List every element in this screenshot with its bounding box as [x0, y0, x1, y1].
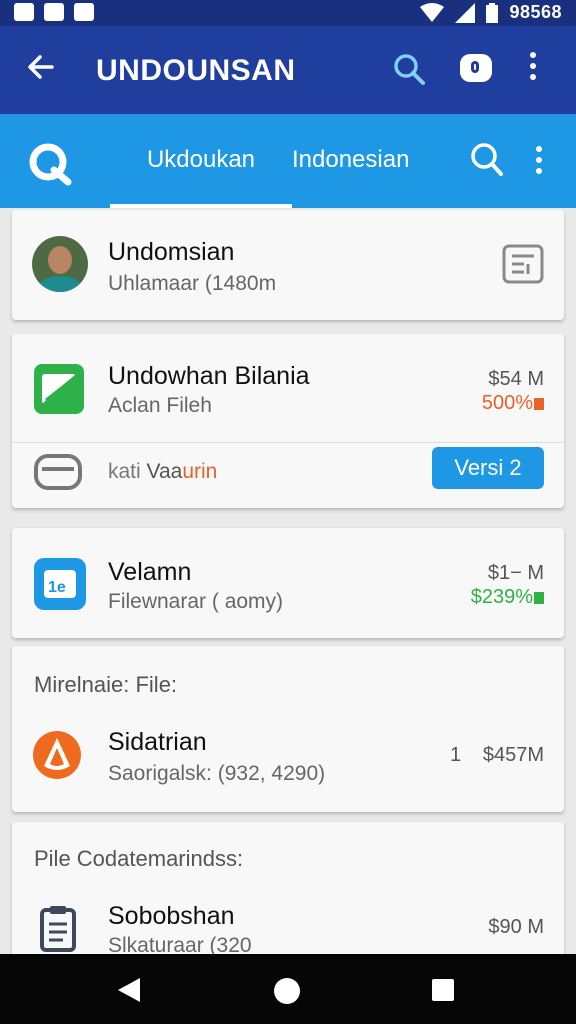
status-bar: 98568 — [0, 0, 576, 26]
toggle-icon[interactable] — [34, 454, 82, 495]
green-app-icon — [34, 364, 84, 419]
footer-tag-highlight: urin — [182, 460, 218, 483]
divider — [12, 442, 564, 443]
nav-recents-icon[interactable] — [432, 979, 454, 1001]
item-price: $457M — [482, 744, 544, 766]
avatar — [32, 236, 88, 292]
section-label: Pile Codatemarindss: — [34, 846, 244, 871]
item-price: $90 M — [488, 916, 544, 938]
item-price: $1− M — [487, 562, 544, 584]
document-icon[interactable] — [502, 244, 544, 289]
system-nav-bar — [0, 954, 576, 1024]
app-title: UNDOUNSAN — [96, 54, 296, 87]
tab-ukdoukan[interactable]: Ukdoukan — [110, 146, 292, 208]
orange-flame-icon — [32, 730, 82, 785]
clipboard-icon — [38, 904, 78, 957]
notification-icon — [74, 3, 94, 21]
signal-icon — [455, 2, 476, 23]
search-icon[interactable] — [470, 142, 504, 183]
item-subtitle: Aclan Fileh — [108, 394, 212, 417]
item-subtitle: Uhlamaar (1480m — [108, 272, 277, 295]
notification-icon — [14, 3, 34, 21]
account-badge-icon[interactable] — [460, 54, 492, 82]
item-change: 500% — [482, 392, 544, 415]
tab-bar: Ukdoukan Indonesian — [0, 114, 576, 208]
section-label: Mirelnaie: File: — [34, 672, 178, 697]
list-card[interactable]: Undowhan Bilania Aclan Fileh $54 M 500% … — [12, 334, 564, 508]
item-title: Sobobshan — [108, 902, 235, 930]
list-card[interactable]: 1e Velamn Filewnarar ( aomy) $1− M $239% — [12, 528, 564, 638]
footer-tag: Vaa — [146, 460, 183, 483]
list-card[interactable]: Pile Codatemarindss: Sobobshan Slkaturaa… — [12, 822, 564, 962]
item-price: $54 M — [488, 368, 544, 390]
wifi-icon — [420, 2, 445, 22]
item-title: Velamn — [108, 558, 192, 586]
footer-label: kati — [108, 460, 141, 483]
version-button[interactable]: Versi 2 — [432, 447, 544, 489]
item-subtitle: Filewnarar ( aomy) — [108, 590, 284, 613]
tab-indonesian[interactable]: Indonesian — [292, 146, 422, 208]
item-title: Sidatrian — [108, 728, 207, 756]
status-right: 98568 — [419, 2, 562, 23]
more-vert-icon[interactable] — [530, 52, 536, 80]
app-bar: UNDOUNSAN — [0, 26, 576, 114]
svg-text:1e: 1e — [48, 579, 66, 596]
item-count: 1 — [450, 744, 462, 766]
back-arrow-icon[interactable] — [26, 52, 56, 87]
brand-logo-icon — [28, 142, 74, 191]
item-title: Undowhan Bilania — [108, 362, 310, 390]
list-card[interactable]: Undomsian Uhlamaar (1480m — [12, 210, 564, 320]
item-change: $239% — [471, 586, 544, 609]
footer-info: kati Vaaurin — [108, 460, 217, 484]
nav-back-icon[interactable] — [118, 978, 140, 1002]
battery-icon — [486, 2, 499, 23]
status-notification-icons — [14, 3, 94, 21]
more-vert-icon[interactable] — [536, 146, 542, 174]
notification-icon — [44, 3, 64, 21]
status-time: 98568 — [509, 2, 562, 22]
nav-home-icon[interactable] — [274, 978, 300, 1004]
search-icon[interactable] — [392, 52, 426, 91]
blue-app-icon: 1e — [34, 558, 86, 615]
item-subtitle: Saorigalsk: (932, 4290) — [108, 762, 326, 785]
list-card[interactable]: Mirelnaie: File: Sidatrian Saorigalsk: (… — [12, 646, 564, 812]
item-title: Undomsian — [108, 238, 235, 266]
